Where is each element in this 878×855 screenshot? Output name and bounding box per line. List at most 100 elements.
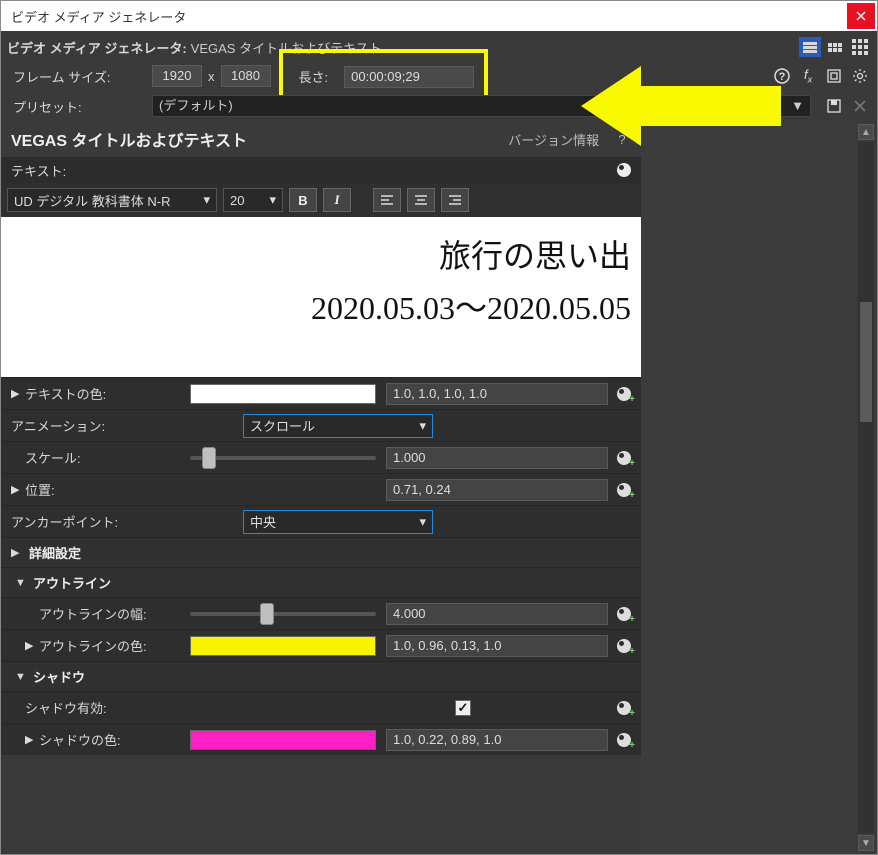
keyframe-icon[interactable]: + — [617, 639, 631, 653]
keyframe-icon[interactable]: + — [617, 483, 631, 497]
caret-down-icon: ▾ — [413, 418, 426, 434]
text-color-label: テキストの色: — [25, 384, 190, 403]
fx-icon[interactable]: fx — [797, 65, 819, 87]
toolbar-row-preset: プリセット: (デフォルト) ▼ — [7, 95, 871, 121]
scroll-up-button[interactable]: ▲ — [858, 124, 874, 140]
outline-group[interactable]: ▼ アウトライン — [1, 567, 641, 597]
view-grid-large-button[interactable] — [849, 37, 871, 57]
scroll-track[interactable] — [858, 142, 874, 833]
shadow-color-value[interactable]: 1.0, 0.22, 0.89, 1.0 — [386, 729, 608, 751]
font-size-select[interactable]: 20 ▾ — [223, 188, 283, 212]
animation-label: アニメーション: — [11, 416, 243, 435]
view-list-button[interactable] — [799, 37, 821, 57]
text-color-swatch[interactable] — [190, 384, 376, 404]
frame-width-input[interactable]: 1920 — [152, 65, 202, 87]
position-row: ▶ 位置: 0.71, 0.24 + — [1, 473, 641, 505]
caret-down-icon: ▼ — [791, 96, 804, 116]
scale-label: スケール: — [25, 448, 190, 467]
canvas-line-2: 2020.05.03〜2020.05.05 — [311, 283, 631, 329]
window-title: ビデオ メディア ジェネレータ — [11, 7, 186, 26]
scrollbar[interactable]: ▲ ▼ — [855, 121, 877, 854]
collapse-icon: ▼ — [15, 671, 33, 683]
italic-button[interactable]: I — [323, 188, 351, 212]
advanced-group[interactable]: ▶ 詳細設定 — [1, 537, 641, 567]
outline-width-value[interactable]: 4.000 — [386, 603, 608, 625]
view-grid-small-button[interactable] — [824, 37, 846, 57]
text-section-header: テキスト: — [1, 157, 641, 183]
outline-color-swatch[interactable] — [190, 636, 376, 656]
shadow-enable-checkbox[interactable]: ✓ — [455, 700, 471, 716]
align-right-button[interactable] — [441, 188, 469, 212]
outline-label: アウトライン — [33, 573, 111, 592]
close-button[interactable] — [847, 3, 875, 29]
generator-label: ビデオ メディア ジェネレータ: — [7, 38, 187, 57]
preset-select[interactable]: (デフォルト) ▼ — [152, 95, 811, 117]
help-icon[interactable]: ? — [771, 65, 793, 87]
titlebar: ビデオ メディア ジェネレータ — [1, 1, 877, 31]
content-panel: VEGAS タイトルおよびテキスト バージョン情報 ? テキスト: UD デジタ… — [1, 121, 641, 854]
toolbar-row-frame: フレーム サイズ: 1920 x 1080 長さ: 00:00:09;29 ? … — [7, 61, 871, 91]
text-color-row: ▶ テキストの色: 1.0, 1.0, 1.0, 1.0 + — [1, 377, 641, 409]
expand-icon[interactable]: ▶ — [11, 387, 25, 400]
keyframe-icon[interactable]: + — [617, 701, 631, 715]
canvas-line-1: 旅行の思い出 — [439, 231, 631, 277]
outline-width-label: アウトラインの幅: — [39, 604, 190, 623]
animation-value: スクロール — [250, 416, 315, 435]
outline-color-value[interactable]: 1.0, 0.96, 0.13, 1.0 — [386, 635, 608, 657]
animation-select[interactable]: スクロール ▾ — [243, 414, 433, 438]
keyframe-icon[interactable]: + — [617, 607, 631, 621]
expand-icon[interactable]: ▶ — [11, 483, 25, 496]
text-canvas[interactable]: 旅行の思い出 2020.05.03〜2020.05.05 — [1, 217, 641, 377]
format-toolbar: UD デジタル 教科書体 N-R ▾ 20 ▾ B I — [1, 183, 641, 217]
align-center-button[interactable] — [407, 188, 435, 212]
panel-help-button[interactable]: ? — [613, 132, 631, 147]
text-section-label: テキスト: — [11, 161, 66, 180]
length-input[interactable]: 00:00:09;29 — [344, 66, 474, 88]
toolbar: ビデオ メディア ジェネレータ: VEGAS タイトルおよびテキスト フレーム … — [1, 31, 877, 121]
anchor-row: アンカーポイント: 中央 ▾ — [1, 505, 641, 537]
svg-text:?: ? — [779, 71, 786, 83]
empty-area — [641, 121, 855, 854]
keyframe-icon[interactable]: + — [617, 733, 631, 747]
keyframe-icon[interactable]: + — [617, 451, 631, 465]
align-left-button[interactable] — [373, 188, 401, 212]
shadow-group[interactable]: ▼ シャドウ — [1, 661, 641, 691]
expand-icon[interactable]: ▶ — [25, 639, 39, 652]
expand-icon[interactable]: ▶ — [25, 733, 39, 746]
text-color-value[interactable]: 1.0, 1.0, 1.0, 1.0 — [386, 383, 608, 405]
caret-down-icon: ▾ — [197, 192, 210, 208]
font-size-value: 20 — [230, 193, 244, 208]
frame-height-input[interactable]: 1080 — [221, 65, 271, 87]
keyframe-icon[interactable]: + — [617, 387, 631, 401]
frame-size-label: フレーム サイズ: — [7, 67, 152, 86]
length-label: 長さ: — [299, 67, 329, 86]
shadow-color-swatch[interactable] — [190, 730, 376, 750]
anchor-label: アンカーポイント: — [11, 512, 243, 531]
version-link[interactable]: バージョン情報 — [508, 130, 599, 149]
x-label: x — [208, 69, 215, 84]
shadow-label: シャドウ — [33, 667, 85, 686]
font-select[interactable]: UD デジタル 教科書体 N-R ▾ — [7, 188, 217, 212]
scale-slider[interactable] — [190, 456, 376, 460]
outline-width-slider[interactable] — [190, 612, 376, 616]
settings-icon[interactable] — [849, 65, 871, 87]
save-preset-icon[interactable] — [823, 95, 845, 117]
scroll-thumb[interactable] — [860, 302, 872, 422]
bold-button[interactable]: B — [289, 188, 317, 212]
collapse-icon: ▼ — [15, 577, 33, 589]
shadow-enable-label: シャドウ有効: — [25, 698, 455, 717]
shadow-enable-row: シャドウ有効: ✓ + — [1, 691, 641, 723]
chain-icon[interactable] — [823, 65, 845, 87]
caret-down-icon: ▾ — [413, 514, 426, 530]
delete-preset-icon[interactable] — [849, 95, 871, 117]
panel-header: VEGAS タイトルおよびテキスト バージョン情報 ? — [1, 121, 641, 157]
position-value[interactable]: 0.71, 0.24 — [386, 479, 608, 501]
scale-row: スケール: 1.000 + — [1, 441, 641, 473]
scroll-down-button[interactable]: ▼ — [858, 835, 874, 851]
shadow-color-row: ▶ シャドウの色: 1.0, 0.22, 0.89, 1.0 + — [1, 723, 641, 755]
preset-value: (デフォルト) — [159, 96, 233, 116]
keyframe-icon[interactable] — [617, 163, 631, 177]
animation-row: アニメーション: スクロール ▾ — [1, 409, 641, 441]
anchor-select[interactable]: 中央 ▾ — [243, 510, 433, 534]
scale-value[interactable]: 1.000 — [386, 447, 608, 469]
